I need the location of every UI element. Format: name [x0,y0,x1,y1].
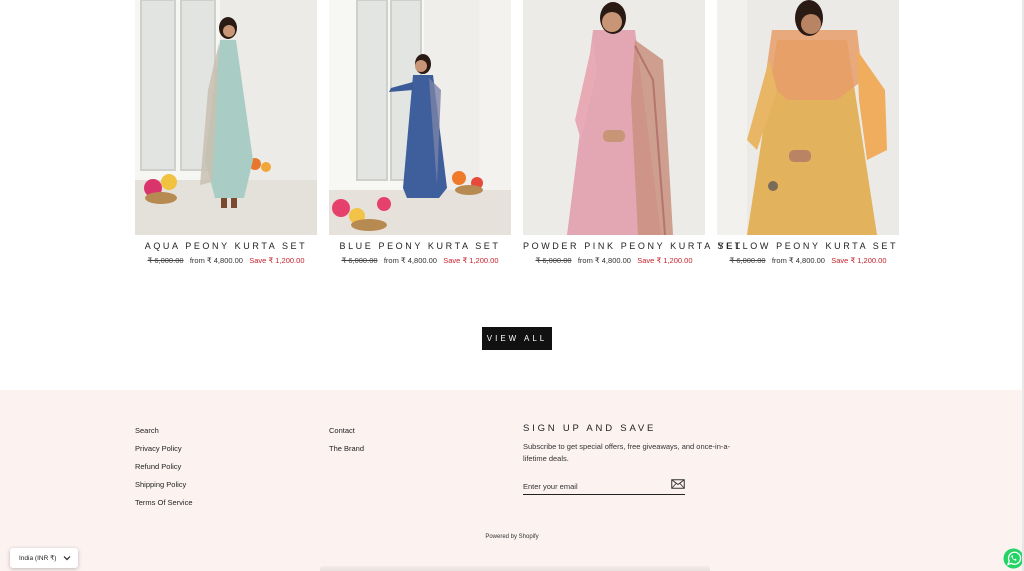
save-label: Save [249,256,267,265]
compare-price: ₹ 6,000.00 [535,256,572,265]
sale-price: ₹ 4,800.00 [594,256,631,265]
site-footer: Search Privacy Policy Refund Policy Ship… [0,390,1024,571]
product-card[interactable]: BLUE PEONY KURTA SET ₹ 6,000.00 from ₹ 4… [329,0,511,265]
save-label: Save [443,256,461,265]
currency-label: India (INR ₹) [19,555,57,562]
save-amount: ₹ 1,200.00 [656,256,693,265]
product-title[interactable]: BLUE PEONY KURTA SET [329,241,511,251]
product-price: ₹ 6,000.00 from ₹ 4,800.00 Save ₹ 1,200.… [135,256,317,265]
footer-link-contact[interactable]: Contact [329,427,364,435]
footer-link-search[interactable]: Search [135,427,193,435]
product-price: ₹ 6,000.00 from ₹ 4,800.00 Save ₹ 1,200.… [523,256,705,265]
save-amount: ₹ 1,200.00 [268,256,305,265]
envelope-icon[interactable] [671,478,685,490]
chevron-down-icon [63,556,71,561]
currency-selector[interactable]: India (INR ₹) [10,548,78,568]
product-image[interactable] [329,0,511,235]
footer-links-info: Contact The Brand [329,427,364,463]
product-card[interactable]: YELLOW PEONY KURTA SET ₹ 6,000.00 from ₹… [717,0,899,265]
save-label: Save [831,256,849,265]
product-title[interactable]: YELLOW PEONY KURTA SET [717,241,899,251]
product-price: ₹ 6,000.00 from ₹ 4,800.00 Save ₹ 1,200.… [717,256,899,265]
save-amount: ₹ 1,200.00 [462,256,499,265]
view-all-button[interactable]: VIEW ALL [482,327,552,350]
save-amount: ₹ 1,200.00 [850,256,887,265]
product-image[interactable] [523,0,705,235]
newsletter-form [523,476,685,495]
whatsapp-icon[interactable] [1003,548,1024,569]
save-label: Save [637,256,655,265]
powered-by-shopify[interactable]: Powered by Shopify [0,534,1024,540]
compare-price: ₹ 6,000.00 [729,256,766,265]
footer-link-shipping-policy[interactable]: Shipping Policy [135,481,193,489]
from-label: from [771,256,787,265]
bottom-overlay-edge [320,566,710,571]
newsletter-description: Subscribe to get special offers, free gi… [523,442,731,463]
product-price: ₹ 6,000.00 from ₹ 4,800.00 Save ₹ 1,200.… [329,256,511,265]
sale-price: ₹ 4,800.00 [400,256,437,265]
footer-link-refund-policy[interactable]: Refund Policy [135,463,193,471]
product-title[interactable]: POWDER PINK PEONY KURTA SET [523,241,740,251]
sale-price: ₹ 4,800.00 [206,256,243,265]
email-input[interactable] [523,478,663,495]
product-card[interactable]: AQUA PEONY KURTA SET ₹ 6,000.00 from ₹ 4… [135,0,317,265]
newsletter-title: SIGN UP AND SAVE [523,423,657,434]
footer-link-the-brand[interactable]: The Brand [329,445,364,453]
product-grid: AQUA PEONY KURTA SET ₹ 6,000.00 from ₹ 4… [135,0,899,270]
footer-links-policies: Search Privacy Policy Refund Policy Ship… [135,427,193,517]
sale-price: ₹ 4,800.00 [788,256,825,265]
footer-link-terms-of-service[interactable]: Terms Of Service [135,499,193,507]
from-label: from [383,256,399,265]
compare-price: ₹ 6,000.00 [147,256,184,265]
footer-link-privacy-policy[interactable]: Privacy Policy [135,445,193,453]
product-image[interactable] [717,0,899,235]
from-label: from [577,256,593,265]
from-label: from [189,256,205,265]
compare-price: ₹ 6,000.00 [341,256,378,265]
product-image[interactable] [135,0,317,235]
product-title[interactable]: AQUA PEONY KURTA SET [135,241,317,251]
product-card[interactable]: POWDER PINK PEONY KURTA SET ₹ 6,000.00 f… [523,0,740,265]
